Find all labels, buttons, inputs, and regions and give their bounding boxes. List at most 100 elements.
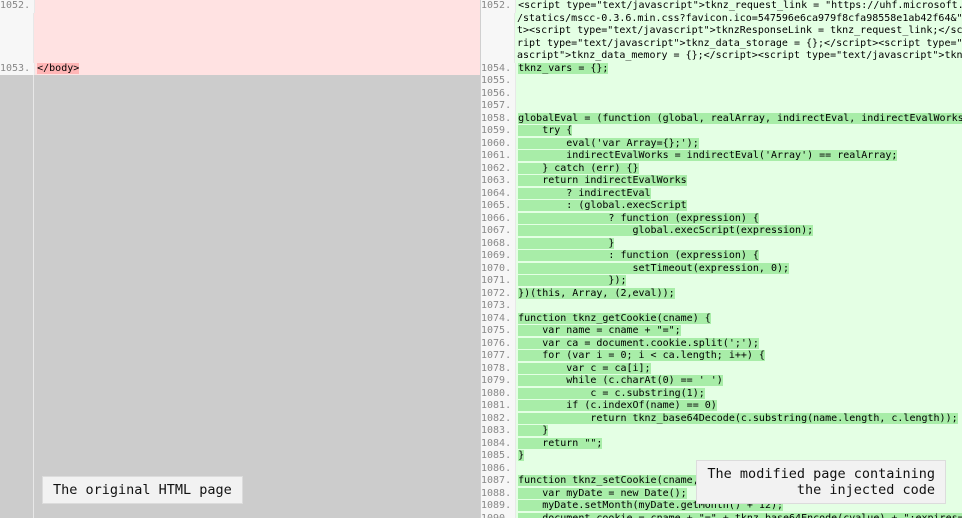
line-number: 1062. (481, 163, 516, 176)
diff-row: 1068. } (481, 238, 962, 251)
line-text: setTimeout(expression, 0); (516, 263, 962, 276)
blank-row (0, 463, 480, 476)
line-text: eval('var Array={};'); (516, 138, 962, 151)
line-number (481, 13, 515, 26)
line-number: 1070. (481, 263, 516, 276)
line-number: 1068. (481, 238, 516, 251)
blank-row (0, 125, 480, 138)
line-text: }); (516, 275, 962, 288)
blank-row (0, 425, 480, 438)
line-text: try { (516, 125, 962, 138)
diff-row: 1084. return ""; (481, 438, 962, 451)
line-text (516, 75, 962, 88)
line-text (34, 38, 480, 51)
line-number: 1084. (481, 438, 516, 451)
line-number: 1073. (481, 300, 516, 313)
line-text: /statics/mscc-0.3.6.min.css?favicon.ico=… (515, 13, 962, 26)
diff-row: 1062. } catch (err) {} (481, 163, 962, 176)
diff-row: 1065. : (global.execScript (481, 200, 962, 213)
line-number (481, 38, 515, 51)
line-number: 1075. (481, 325, 516, 338)
diff-row: /statics/mscc-0.3.6.min.css?favicon.ico=… (481, 13, 962, 26)
line-number (481, 50, 515, 63)
blank-row (0, 175, 480, 188)
diff-panes: 1052.1053.</body> The original HTML page… (0, 0, 962, 518)
line-text (35, 0, 480, 13)
line-text (516, 300, 962, 313)
caption-right: The modified page containingthe injected… (696, 460, 946, 504)
line-number: 1060. (481, 138, 516, 151)
diff-row: 1059. try { (481, 125, 962, 138)
right-pane[interactable]: 1052.<script type="text/javascript">tknz… (481, 0, 962, 518)
diff-row (0, 25, 480, 38)
blank-row (0, 150, 480, 163)
blank-row (0, 188, 480, 201)
diff-row: 1080. c = c.substring(1); (481, 388, 962, 401)
diff-row: 1077. for (var i = 0; i < ca.length; i++… (481, 350, 962, 363)
blank-row (0, 300, 480, 313)
blank-row (0, 350, 480, 363)
diff-row: 1060. eval('var Array={};'); (481, 138, 962, 151)
diff-row: 1061. indirectEvalWorks = indirectEval('… (481, 150, 962, 163)
diff-row: 1076. var ca = document.cookie.split(';'… (481, 338, 962, 351)
diff-row: 1056. (481, 88, 962, 101)
diff-row: 1057. (481, 100, 962, 113)
line-number: 1090. (481, 513, 516, 518)
blank-row (0, 400, 480, 413)
diff-row: ascript">tknz_data_memory = {};</script>… (481, 50, 962, 63)
line-number: 1063. (481, 175, 516, 188)
diff-row: 1082. return tknz_base64Decode(c.substri… (481, 413, 962, 426)
line-number: 1074. (481, 313, 516, 326)
blank-row (0, 438, 480, 451)
line-text (34, 13, 480, 26)
line-text: ascript">tknz_data_memory = {};</script>… (515, 50, 962, 63)
diff-row: 1079. while (c.charAt(0) == ' ') (481, 375, 962, 388)
blank-row (0, 113, 480, 126)
line-text (516, 88, 962, 101)
diff-row: 1083. } (481, 425, 962, 438)
line-number: 1064. (481, 188, 516, 201)
diff-row: 1081. if (c.indexOf(name) == 0) (481, 400, 962, 413)
line-text: return indirectEvalWorks (516, 175, 962, 188)
blank-row (0, 363, 480, 376)
diff-row: 1053.</body> (0, 63, 480, 76)
line-text: } (516, 425, 962, 438)
blank-row (0, 263, 480, 276)
blank-row (0, 138, 480, 151)
left-pane[interactable]: 1052.1053.</body> The original HTML page (0, 0, 481, 518)
line-number (0, 38, 34, 51)
line-number: 1081. (481, 400, 516, 413)
line-text: while (c.charAt(0) == ' ') (516, 375, 962, 388)
line-number: 1089. (481, 500, 516, 513)
line-text: var c = ca[i]; (516, 363, 962, 376)
diff-row: 1070. setTimeout(expression, 0); (481, 263, 962, 276)
blank-row (0, 225, 480, 238)
line-number: 1085. (481, 450, 516, 463)
line-number: 1054. (481, 63, 516, 76)
caption-left: The original HTML page (42, 476, 243, 504)
line-number: 1066. (481, 213, 516, 226)
line-number: 1080. (481, 388, 516, 401)
line-text: } catch (err) {} (516, 163, 962, 176)
line-text: if (c.indexOf(name) == 0) (516, 400, 962, 413)
line-text: ? indirectEval (516, 188, 962, 201)
diff-row: 1064. ? indirectEval (481, 188, 962, 201)
line-number: 1072. (481, 288, 516, 301)
diff-row: 1067. global.execScript(expression); (481, 225, 962, 238)
line-text: return tknz_base64Decode(c.substring(nam… (516, 413, 962, 426)
line-number: 1057. (481, 100, 516, 113)
blank-row (0, 238, 480, 251)
diff-row: 1071. }); (481, 275, 962, 288)
blank-row (0, 375, 480, 388)
blank-row (0, 288, 480, 301)
blank-row (0, 388, 480, 401)
line-number: 1079. (481, 375, 516, 388)
blank-row (0, 200, 480, 213)
line-text: indirectEvalWorks = indirectEval('Array'… (516, 150, 962, 163)
line-number: 1088. (481, 488, 516, 501)
line-text: } (516, 238, 962, 251)
diff-row: 1074.function tknz_getCookie(cname) { (481, 313, 962, 326)
diff-row: 1078. var c = ca[i]; (481, 363, 962, 376)
line-text: : function (expression) { (516, 250, 962, 263)
line-number: 1065. (481, 200, 516, 213)
